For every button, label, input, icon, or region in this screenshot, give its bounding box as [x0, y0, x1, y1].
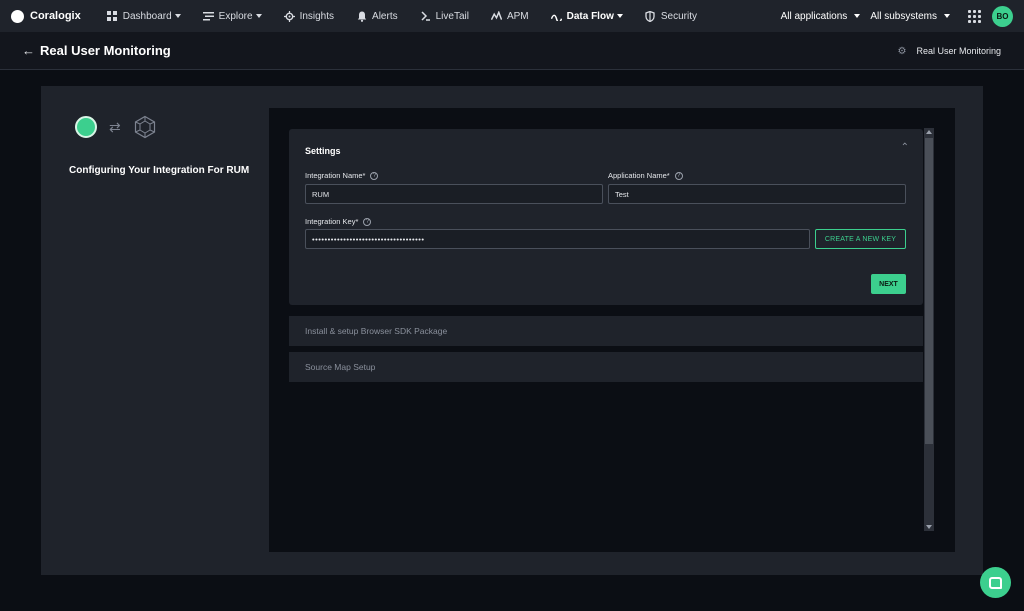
page-header: ← Real User Monitoring ⚙ Real User Monit…	[0, 32, 1024, 70]
coralogix-logo[interactable]: Coralogix	[11, 9, 81, 23]
apm-icon	[490, 11, 502, 22]
wizard-steps: ⇄	[75, 115, 157, 139]
application-name-input[interactable]: Test	[608, 184, 906, 204]
chevron-up-icon[interactable]: ⌃	[901, 142, 909, 153]
label-text: Application Name*	[608, 171, 670, 180]
step-active-indicator	[75, 116, 97, 138]
chat-button[interactable]	[980, 567, 1011, 598]
source-map-section[interactable]: Source Map Setup	[289, 352, 923, 382]
header-context: ⚙ Real User Monitoring	[897, 32, 1001, 70]
applications-select[interactable]: All applications	[781, 11, 861, 22]
nav-dashboard[interactable]: Dashboard	[107, 11, 181, 22]
next-button[interactable]: NEXT	[871, 274, 906, 294]
scroll-up-icon[interactable]	[926, 130, 932, 134]
integration-name-input[interactable]: RUM	[305, 184, 603, 204]
nav-alerts[interactable]: Alerts	[356, 11, 398, 22]
nav-label: Data Flow	[566, 10, 614, 22]
dataflow-icon	[550, 11, 562, 22]
integration-key-input[interactable]: ••••••••••••••••••••••••••••••••••••	[305, 229, 810, 249]
help-icon[interactable]: ?	[363, 217, 372, 226]
sdk-setup-section[interactable]: Install & setup Browser SDK Package	[289, 316, 923, 346]
chat-icon	[989, 576, 1002, 589]
create-new-key-button[interactable]: CREATE A NEW KEY	[815, 229, 906, 249]
integration-key-label: Integration Key* ?	[305, 217, 372, 226]
help-icon[interactable]: ?	[674, 171, 683, 180]
back-arrow-icon[interactable]: ←	[22, 43, 35, 58]
cube-icon: ⚙	[897, 45, 907, 57]
nav-label: Alerts	[372, 10, 398, 22]
subsystems-select[interactable]: All subsystems	[870, 11, 950, 22]
application-name-label: Application Name* ?	[608, 171, 683, 180]
integration-panel: ⇄ Configuring Your Integration For RUM S…	[41, 86, 983, 575]
wizard-title: Configuring Your Integration For RUM	[69, 165, 250, 176]
nav-label: Dashboard	[122, 10, 172, 22]
subsystems-label: All subsystems	[870, 10, 937, 22]
chevron-down-icon	[944, 14, 950, 18]
swap-arrows-icon: ⇄	[109, 118, 121, 135]
page-title: Real User Monitoring	[40, 43, 171, 58]
insights-icon	[283, 10, 295, 22]
brand-name: Coralogix	[30, 10, 81, 22]
nav-security[interactable]: Security	[645, 10, 697, 22]
help-icon[interactable]: ?	[370, 171, 379, 180]
chevron-down-icon	[854, 14, 861, 18]
nav-label: Insights	[299, 10, 335, 22]
explore-icon	[202, 11, 214, 22]
nav-data-flow[interactable]: Data Flow	[550, 10, 623, 22]
nav-label: Explore	[218, 10, 253, 22]
chevron-down-icon	[255, 14, 262, 18]
label-text: Integration Key*	[305, 217, 359, 226]
apps-grid-icon[interactable]	[968, 9, 981, 23]
chevron-down-icon	[616, 14, 623, 18]
integration-name-label: Integration Name* ?	[305, 171, 379, 180]
scroll-thumb[interactable]	[925, 138, 933, 444]
label-text: Integration Name*	[305, 171, 366, 180]
bell-icon	[356, 11, 367, 22]
nav-livetail[interactable]: LiveTail	[420, 11, 469, 22]
nav-label: Security	[660, 10, 697, 22]
header-context-label: Real User Monitoring	[916, 46, 1001, 56]
rum-network-icon	[134, 115, 155, 139]
chevron-down-icon	[174, 14, 181, 18]
wizard-content: Settings ⌃ Integration Name* ? RUM Appli…	[269, 108, 955, 552]
applications-label: All applications	[780, 10, 848, 22]
livetail-icon	[420, 11, 431, 22]
nav-label: APM	[506, 10, 529, 22]
avatar[interactable]: BO	[992, 5, 1013, 27]
nav-apm[interactable]: APM	[490, 10, 529, 22]
settings-title[interactable]: Settings	[305, 146, 341, 156]
dashboard-icon	[107, 11, 118, 22]
nav-label: LiveTail	[435, 10, 469, 22]
top-navigation: Coralogix Dashboard Explore Insights Ale…	[0, 0, 1024, 32]
nav-explore[interactable]: Explore	[202, 10, 262, 22]
scroll-down-icon[interactable]	[926, 525, 932, 529]
scrollbar[interactable]	[924, 128, 934, 531]
settings-section: Settings ⌃ Integration Name* ? RUM Appli…	[289, 129, 923, 305]
nav-insights[interactable]: Insights	[283, 10, 335, 22]
shield-icon	[645, 10, 656, 22]
logo-icon	[11, 9, 24, 23]
